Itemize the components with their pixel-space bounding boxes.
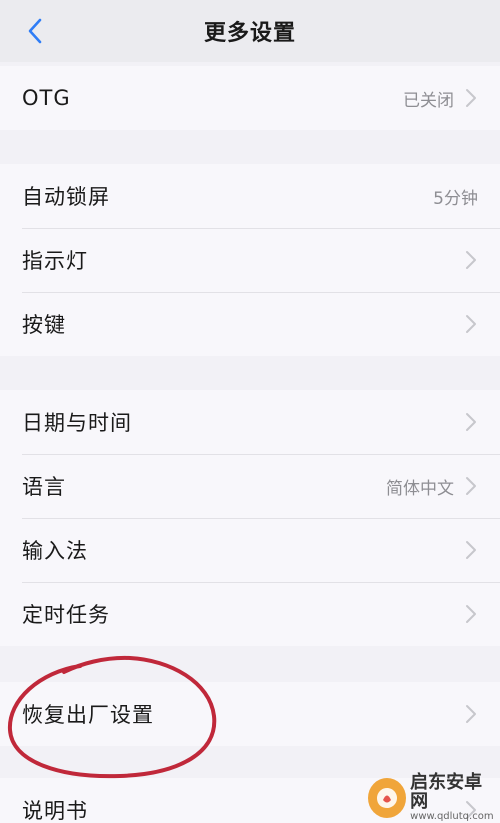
row-label: 日期与时间 <box>22 411 132 435</box>
settings-row-otg[interactable]: OTG 已关闭 <box>0 66 500 130</box>
row-value: 简体中文 <box>386 478 454 499</box>
settings-row-auto-lock[interactable]: 自动锁屏 5分钟 <box>0 164 500 228</box>
row-value: 5分钟 <box>433 188 478 209</box>
chevron-left-icon <box>28 18 42 44</box>
settings-row-indicator-light[interactable]: 指示灯 <box>0 228 500 292</box>
watermark: 启东安卓网 www.qdlutq.com <box>368 771 496 822</box>
settings-row-date-time[interactable]: 日期与时间 <box>0 390 500 454</box>
chevron-right-icon <box>464 313 478 335</box>
row-label: OTG <box>22 86 71 110</box>
settings-group-reset: 恢复出厂设置 <box>0 682 500 746</box>
row-label: 恢复出厂设置 <box>22 703 154 727</box>
page-title: 更多设置 <box>203 21 296 46</box>
watermark-url: www.qdlutq.com <box>410 810 494 822</box>
row-label: 指示灯 <box>22 249 88 273</box>
more-settings-screen: 更多设置 OTG 已关闭 自动锁屏 5分钟 指示灯 按键 日期与时间 语言 简体… <box>0 0 500 823</box>
watermark-logo-icon <box>368 778 407 818</box>
back-button[interactable] <box>18 14 52 48</box>
row-label: 定时任务 <box>22 603 110 627</box>
row-value: 已关闭 <box>403 90 454 111</box>
settings-group-display: 自动锁屏 5分钟 指示灯 按键 <box>0 164 500 356</box>
settings-row-scheduled-tasks[interactable]: 定时任务 <box>0 582 500 646</box>
row-label: 语言 <box>22 475 66 499</box>
settings-group-locale: 日期与时间 语言 简体中文 输入法 定时任务 <box>0 390 500 646</box>
settings-row-language[interactable]: 语言 简体中文 <box>0 454 500 518</box>
chevron-right-icon <box>464 249 478 271</box>
row-label: 按键 <box>22 313 66 337</box>
row-label: 自动锁屏 <box>22 185 110 209</box>
chevron-right-icon <box>464 703 478 725</box>
settings-row-input-method[interactable]: 输入法 <box>0 518 500 582</box>
chevron-right-icon <box>464 539 478 561</box>
chevron-right-icon <box>464 475 478 497</box>
settings-row-factory-reset[interactable]: 恢复出厂设置 <box>0 682 500 746</box>
row-label: 输入法 <box>22 539 88 563</box>
settings-row-buttons[interactable]: 按键 <box>0 292 500 356</box>
navigation-bar: 更多设置 <box>0 0 500 62</box>
chevron-right-icon <box>464 603 478 625</box>
chevron-right-icon <box>464 87 478 109</box>
watermark-title: 启东安卓网 <box>410 771 483 812</box>
settings-group-otg: OTG 已关闭 <box>0 66 500 130</box>
chevron-right-icon <box>464 411 478 433</box>
